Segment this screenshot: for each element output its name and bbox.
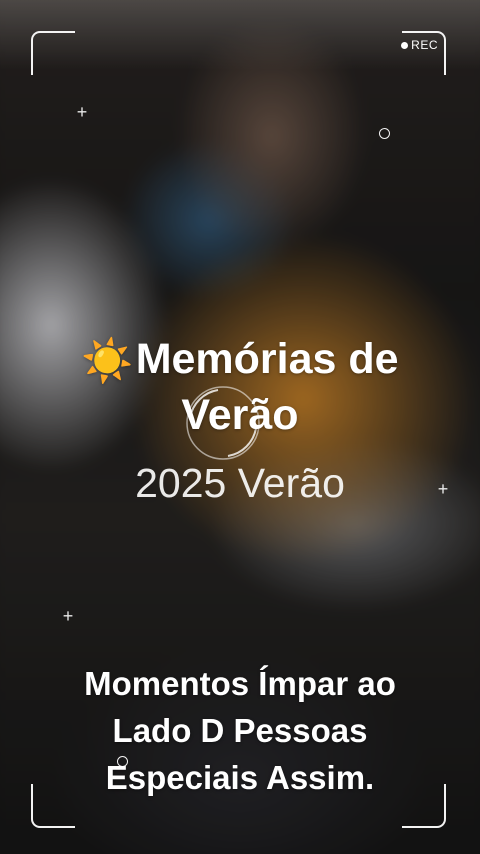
circle-icon	[379, 128, 390, 139]
plus-icon: +	[62, 606, 74, 626]
plus-icon: +	[76, 102, 88, 122]
story-frame: REC + + + ☀️Memórias de Verão 2025 Verão…	[0, 0, 480, 854]
record-dot-icon	[401, 41, 409, 49]
rec-indicator: REC	[401, 38, 438, 52]
title-text: Memórias de Verão	[135, 335, 399, 439]
story-subtitle: 2025 Verão	[135, 460, 345, 506]
viewfinder-corner-top-left	[31, 31, 75, 75]
story-title: ☀️Memórias de Verão	[40, 332, 440, 442]
story-message: Momentos Ímpar ao Lado D Pessoas Especia…	[84, 665, 396, 796]
sun-icon: ☀️	[81, 337, 134, 384]
rec-label: REC	[411, 38, 438, 52]
